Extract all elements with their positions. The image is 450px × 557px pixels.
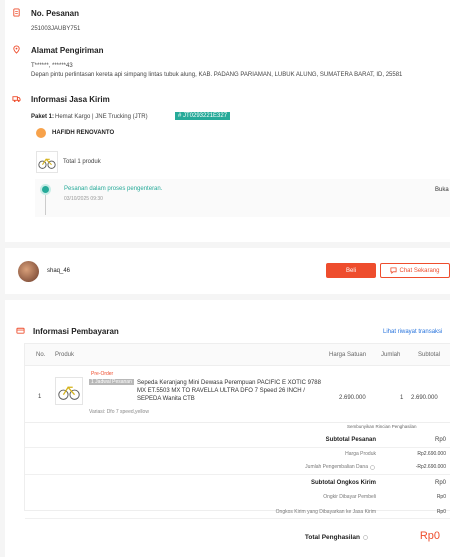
shop-card: shaq_46 Beli Chat Sekarang: [5, 248, 450, 294]
seller-name: HAFIDH RENOVANTO: [52, 130, 115, 136]
address-title: Alamat Pengiriman: [31, 46, 104, 55]
summary-value: Rp0: [434, 437, 446, 443]
buyer-avatar: [18, 261, 39, 282]
package-label: Paket 1:: [31, 114, 55, 120]
location-pin-icon: [13, 45, 20, 54]
summary-value: Rp2.690.000: [417, 451, 446, 457]
summary-value: -Rp2.690.000: [415, 464, 446, 470]
header-qty: Jumlah: [381, 352, 401, 358]
header-unit-price: Harga Satuan: [329, 352, 367, 358]
summary-row: Subtotal Ongkos Kirim Rp0: [25, 476, 450, 490]
order-number-value: 251003JAUBY751: [31, 26, 81, 32]
summary-value: Rp0: [436, 494, 446, 500]
status-open-link[interactable]: Buka: [435, 187, 449, 193]
header-product: Produk: [55, 352, 75, 358]
payment-card: Informasi Pembayaran Lihat riwayat trans…: [5, 300, 450, 557]
transaction-history-link[interactable]: Lihat riwayat transaksi: [383, 329, 442, 335]
timeline-dot: [42, 186, 49, 193]
summary-label: Subtotal Pesanan: [325, 437, 376, 443]
summary-label: Ongkir Dibayar Pembeli: [323, 494, 376, 500]
row-subtotal: 2.690.000: [411, 395, 438, 401]
row-no: 1: [38, 394, 42, 400]
buyer-username[interactable]: shaq_46: [47, 268, 70, 274]
total-income-value: Rp0: [419, 530, 440, 542]
info-icon[interactable]: [363, 535, 368, 540]
payment-info-title: Informasi Pembayaran: [33, 327, 119, 336]
hide-income-details-toggle[interactable]: Sembunyikan Rincian Penghasilan: [347, 424, 417, 429]
buy-button[interactable]: Beli: [326, 263, 376, 278]
summary-row: Jumlah Pengembalian Dana -Rp2.690.000: [25, 461, 450, 475]
summary-row: Ongkos Kirim yang Dibayarkan ke Jasa Kir…: [25, 505, 450, 519]
truck-icon: [12, 96, 21, 103]
document-icon: [13, 8, 20, 17]
tracking-number-badge[interactable]: # JT0293221E327: [175, 112, 231, 120]
product-thumbnail: [36, 151, 58, 173]
summary-label: Jumlah Pengembalian Dana: [305, 464, 368, 470]
summary-value: Rp0: [434, 480, 446, 486]
shipping-info-title: Informasi Jasa Kirim: [31, 95, 110, 104]
header-no: No.: [36, 352, 46, 358]
unit-price: 2.690.000: [339, 395, 366, 401]
row-product-image: [55, 377, 83, 405]
summary-row: Ongkir Dibayar Pembeli Rp0: [25, 491, 450, 503]
chat-icon: [390, 267, 398, 274]
summary-label: Harga Produk: [345, 451, 376, 457]
address-detail: Depan pintu perlintasan kereta api simpa…: [31, 72, 403, 78]
status-time: 03/10/2025 09:30: [64, 196, 103, 202]
summary-row: Subtotal Pesanan Rp0: [25, 434, 450, 448]
total-products: Total 1 produk: [63, 159, 101, 165]
chat-now-label: Chat Sekarang: [399, 267, 440, 274]
bicycle-icon: [38, 158, 56, 169]
package-service: Hemat Kargo | JNE Trucking (JTR): [55, 114, 148, 120]
summary-row: Harga Produk Rp2.690.000: [25, 449, 450, 460]
table-row: 1 Pre-Order 1 Jadwal Pesanan Sepeda Kera…: [25, 367, 450, 423]
order-detail-card: No. Pesanan 251003JAUBY751 Alamat Pengir…: [5, 0, 450, 242]
status-text: Pesanan dalam proses pengenteran.: [64, 186, 163, 192]
product-name[interactable]: Sepeda Keranjang Mini Dewasa Perempuan P…: [137, 379, 322, 403]
preorder-badge: Pre-Order: [91, 371, 114, 377]
products-table: No. Produk Harga Satuan Jumlah Subtotal …: [24, 343, 450, 519]
bicycle-icon: [58, 386, 80, 400]
header-subtotal: Subtotal: [418, 352, 441, 358]
order-number-title: No. Pesanan: [31, 9, 80, 18]
summary-value: Rp0: [436, 509, 446, 515]
summary-label: Subtotal Ongkos Kirim: [310, 480, 376, 486]
total-income-label: Total Penghasilan: [304, 534, 360, 541]
summary-label: Ongkos Kirim yang Dibayarkan ke Jasa Kir…: [275, 509, 376, 515]
schedule-badge: 1 Jadwal Pesanan: [89, 379, 134, 385]
chat-now-button[interactable]: Chat Sekarang: [380, 263, 450, 278]
tracking-status-box: Pesanan dalam proses pengenteran. 03/10/…: [35, 179, 450, 217]
payment-icon: [16, 327, 25, 334]
seller-avatar: [36, 128, 46, 138]
table-header: No. Produk Harga Satuan Jumlah Subtotal: [25, 344, 450, 366]
info-icon[interactable]: [370, 465, 375, 470]
address-name: T******, ******43: [31, 63, 73, 69]
quantity: 1: [400, 395, 404, 401]
product-variant: Variasi: Dfo 7 speed,yellow: [89, 409, 149, 415]
